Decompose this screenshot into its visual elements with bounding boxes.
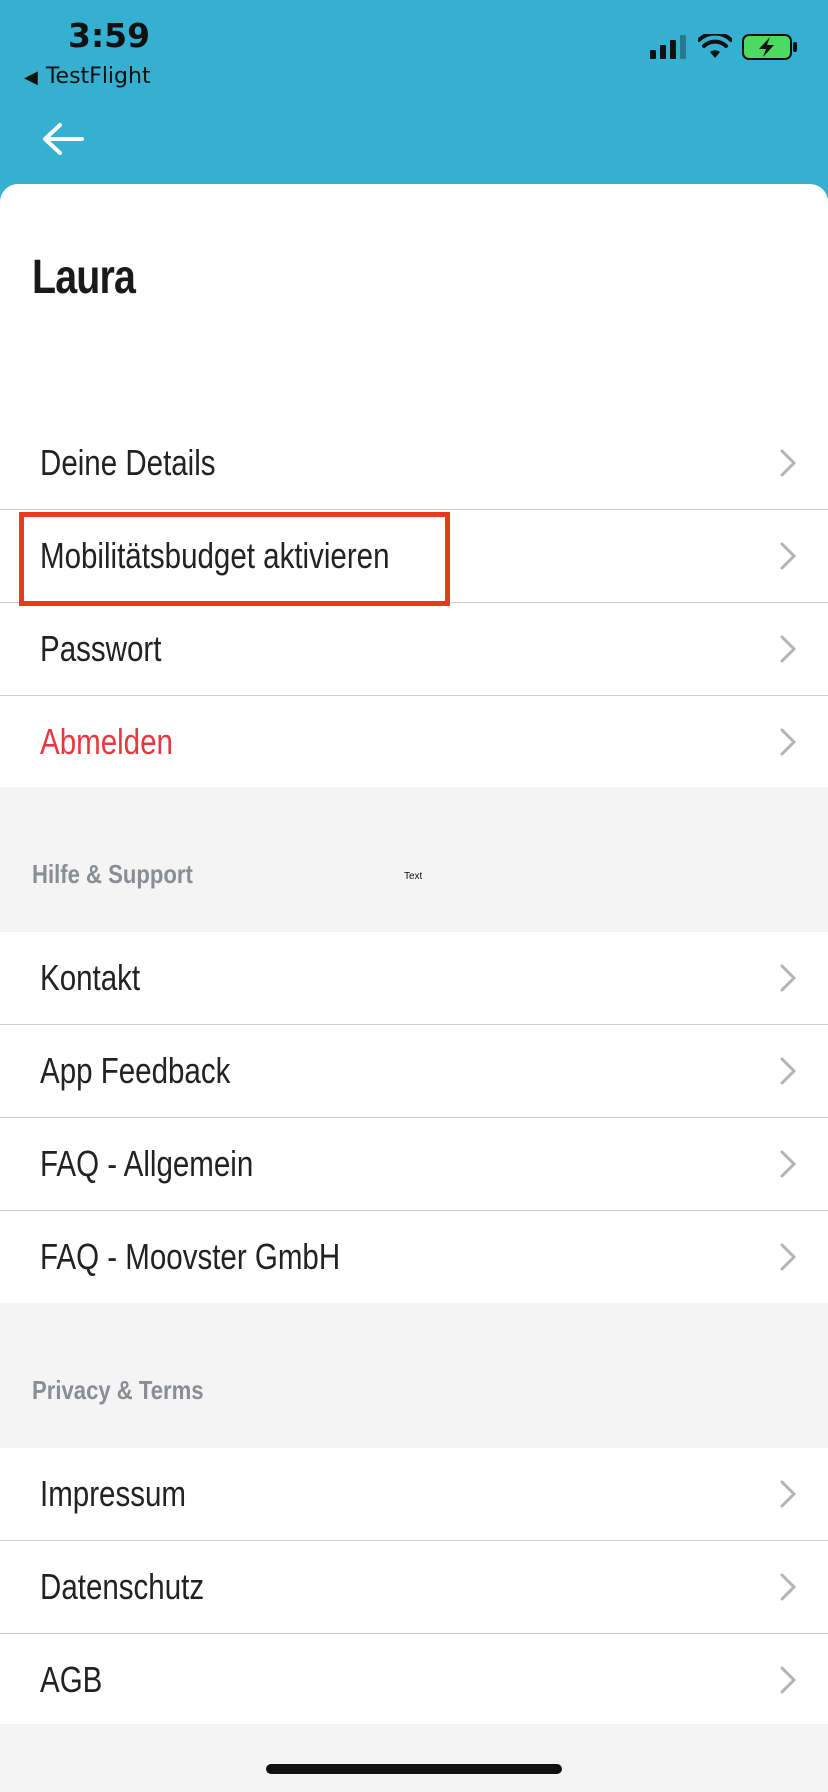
list-item-kontakt[interactable]: Kontakt [0, 932, 828, 1025]
section-title: Privacy & Terms [32, 1375, 204, 1405]
list-item-deine-details[interactable]: Deine Details [0, 417, 828, 510]
list-item-faq-moovster[interactable]: FAQ - Moovster GmbH [0, 1211, 828, 1304]
list-item-label: FAQ - Moovster GmbH [40, 1236, 341, 1277]
chevron-right-icon [780, 635, 796, 663]
list-item-label: Deine Details [40, 442, 216, 483]
list-item-label: App Feedback [40, 1050, 231, 1091]
profile-screen: 3:59 ◀ TestFlight Laura Deine Details Mo… [0, 0, 828, 1792]
section-header-privacy: Privacy & Terms [0, 1303, 828, 1448]
chevron-right-icon [780, 1243, 796, 1271]
list-item-label: Mobilitätsbudget aktivieren [40, 535, 390, 576]
placeholder-text-label: Text [404, 871, 423, 882]
list-item-label: AGB [40, 1659, 103, 1700]
chevron-right-icon [780, 1666, 796, 1694]
battery-charging-icon [742, 34, 797, 60]
status-icons [650, 34, 798, 60]
status-time: 3:59 [68, 16, 151, 55]
wifi-icon [698, 34, 732, 58]
arrow-left-icon[interactable] [40, 120, 84, 158]
list-item-label: FAQ - Allgemein [40, 1143, 254, 1184]
chevron-right-icon [780, 1573, 796, 1601]
bottom-filler [0, 1724, 828, 1792]
list-item-label: Datenschutz [40, 1566, 205, 1607]
chevron-right-icon [780, 1480, 796, 1508]
section-header-help: Hilfe & Support Text [0, 787, 828, 932]
list-item-impressum[interactable]: Impressum [0, 1448, 828, 1541]
list-item-agb[interactable]: AGB [0, 1634, 828, 1727]
list-item-passwort[interactable]: Passwort [0, 603, 828, 696]
list-item-label: Impressum [40, 1473, 186, 1514]
header-bar: 3:59 ◀ TestFlight [0, 0, 828, 184]
back-app-label: TestFlight [45, 64, 151, 89]
content-sheet: Laura Deine Details Mobilitätsbudget akt… [0, 184, 828, 1792]
chevron-right-icon [780, 728, 796, 756]
chevron-right-icon [780, 1150, 796, 1178]
back-triangle-icon: ◀ [24, 66, 38, 87]
section-title: Hilfe & Support [32, 859, 193, 889]
account-list: Deine Details Mobilitätsbudget aktiviere… [0, 417, 828, 789]
profile-name-title: Laura [32, 251, 136, 304]
back-to-app-link[interactable]: ◀ TestFlight [24, 64, 151, 89]
list-item-mobilitaetsbudget[interactable]: Mobilitätsbudget aktivieren [0, 510, 828, 603]
chevron-right-icon [780, 449, 796, 477]
chevron-right-icon [780, 964, 796, 992]
logout-label: Abmelden [40, 721, 173, 762]
list-item-app-feedback[interactable]: App Feedback [0, 1025, 828, 1118]
home-indicator[interactable] [266, 1764, 562, 1774]
list-item-label: Passwort [40, 628, 162, 669]
list-item-datenschutz[interactable]: Datenschutz [0, 1541, 828, 1634]
list-item-abmelden[interactable]: Abmelden [0, 696, 828, 789]
list-item-faq-allgemein[interactable]: FAQ - Allgemein [0, 1118, 828, 1211]
privacy-list: Impressum Datenschutz AGB [0, 1448, 828, 1727]
chevron-right-icon [780, 1057, 796, 1085]
help-list: Kontakt App Feedback FAQ - Allgemein FAQ… [0, 932, 828, 1304]
chevron-right-icon [780, 542, 796, 570]
cellular-signal-icon [650, 35, 686, 59]
list-item-label: Kontakt [40, 957, 141, 998]
